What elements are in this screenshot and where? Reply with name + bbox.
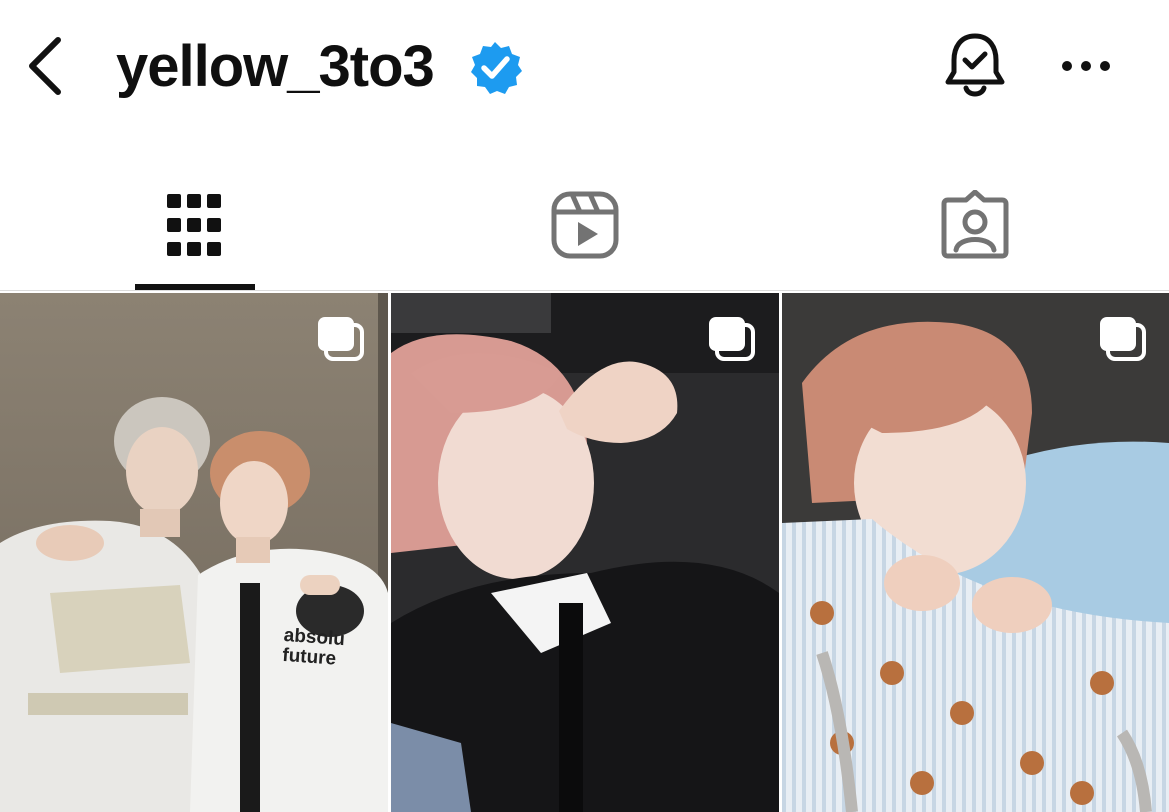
grid-post-3[interactable] — [782, 293, 1169, 812]
profile-tabs — [0, 160, 1169, 292]
post-photo — [782, 293, 1169, 812]
tab-reels[interactable] — [390, 160, 780, 290]
post-photo — [391, 293, 779, 812]
profile-header: yellow_3to3 — [0, 0, 1169, 135]
profile-page: yellow_3to3 absolu future — [0, 0, 1169, 812]
back-button[interactable] — [18, 30, 78, 102]
carousel-icon — [1100, 317, 1146, 361]
carousel-icon — [709, 317, 755, 361]
photo-shirt-text: absolu future — [281, 624, 346, 670]
chevron-left-icon — [29, 37, 61, 95]
tagged-person-icon — [941, 190, 1009, 259]
posts-grid: absolu future — [0, 293, 1169, 812]
reels-icon — [551, 191, 619, 259]
post-photo — [0, 293, 388, 812]
tab-posts[interactable] — [0, 160, 390, 290]
profile-username: yellow_3to3 — [116, 34, 435, 99]
grid-icon — [167, 194, 221, 256]
bell-check-icon — [945, 33, 1005, 97]
tabs-divider — [0, 290, 1169, 291]
verified-badge-icon — [471, 42, 522, 94]
grid-post-1[interactable]: absolu future — [0, 293, 388, 812]
notifications-button[interactable] — [940, 30, 1010, 102]
more-options-button[interactable] — [1058, 46, 1114, 86]
tab-tagged[interactable] — [780, 160, 1169, 290]
carousel-icon — [318, 317, 364, 361]
more-horizontal-icon — [1062, 61, 1110, 71]
grid-post-2[interactable] — [391, 293, 779, 812]
